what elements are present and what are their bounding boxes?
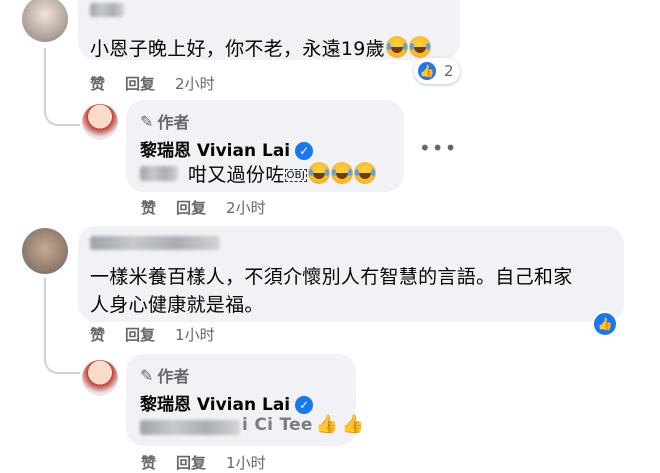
laughing-emoji-icon <box>385 36 408 58</box>
avatar[interactable] <box>22 0 68 42</box>
reply-bubble: ✎ 作者 黎瑞恩 Vivian Lai ✓ 咁又過份咗 OBJ <box>126 100 404 192</box>
comment-actions: 赞 回复 2小时 <box>141 197 266 218</box>
laughing-emoji-icon <box>354 162 377 184</box>
redacted-mention <box>140 420 240 435</box>
comment-actions: 赞 回复 1小时 <box>141 452 266 473</box>
author-badge: ✎ 作者 <box>140 365 190 387</box>
reply-button[interactable]: 回复 <box>176 452 206 473</box>
like-button[interactable]: 赞 <box>90 73 105 94</box>
like-reaction-icon: 👍 <box>416 60 438 82</box>
timestamp[interactable]: 2小时 <box>175 73 215 94</box>
laughing-emoji-icon <box>331 162 354 184</box>
thumbs-up-emoji-icon: 👍 <box>341 414 365 435</box>
more-options-icon[interactable]: ••• <box>419 136 457 160</box>
thread-line <box>44 278 80 374</box>
reply-button[interactable]: 回复 <box>125 324 155 345</box>
timestamp[interactable]: 1小时 <box>175 324 215 345</box>
reaction-count: 2 <box>444 62 454 80</box>
verified-icon: ✓ <box>295 142 314 160</box>
comment-text-line: 人身心健康就是福。 <box>90 294 264 316</box>
comment-text: i Ci Tee 👍 👍 <box>242 414 365 435</box>
thumbs-up-emoji-icon: 👍 <box>315 414 339 435</box>
redacted-mention <box>140 166 178 181</box>
comment-bubble: 一樣米養百樣人，不須介懷別人冇智慧的言語。自己和家 人身心健康就是福。 <box>78 226 624 322</box>
thread-line <box>44 48 80 126</box>
reply-bubble: ✎ 作者 黎瑞恩 Vivian Lai ✓ i Ci Tee 👍 👍 <box>126 354 364 446</box>
redacted-name <box>90 236 220 250</box>
commenter-name[interactable]: 黎瑞恩 Vivian Lai ✓ <box>140 136 314 161</box>
verified-icon: ✓ <box>295 396 314 414</box>
like-reaction-icon[interactable]: 👍 <box>592 311 618 337</box>
reaction-badge[interactable]: 👍 2 <box>414 58 460 84</box>
comment-bubble: 小恩子晚上好，你不老，永遠19歲 <box>78 0 460 60</box>
avatar[interactable] <box>82 360 118 396</box>
pencil-icon: ✎ <box>140 111 154 131</box>
comment-text: 咁又過份咗 OBJ <box>188 160 377 187</box>
avatar[interactable] <box>82 104 118 140</box>
commenter-name[interactable]: 黎瑞恩 Vivian Lai ✓ <box>140 390 314 415</box>
timestamp[interactable]: 2小时 <box>226 197 266 218</box>
reply-button[interactable]: 回复 <box>125 73 155 94</box>
laughing-emoji-icon <box>308 162 331 184</box>
like-button[interactable]: 赞 <box>90 324 105 345</box>
avatar[interactable] <box>22 228 68 274</box>
pencil-icon: ✎ <box>140 365 154 385</box>
comment-text-line: 一樣米養百樣人，不須介懷別人冇智慧的言語。自己和家 <box>90 266 573 288</box>
timestamp[interactable]: 1小时 <box>226 452 266 473</box>
redacted-name <box>90 3 124 17</box>
reply-button[interactable]: 回复 <box>176 197 206 218</box>
stamp-icon: OBJ <box>284 169 308 182</box>
author-badge: ✎ 作者 <box>140 111 190 133</box>
comment-text: 小恩子晚上好，你不老，永遠19歲 <box>90 34 431 61</box>
comment-actions: 赞 回复 2小时 <box>90 73 215 94</box>
like-button[interactable]: 赞 <box>141 197 156 218</box>
like-button[interactable]: 赞 <box>141 452 156 473</box>
comment-actions: 赞 回复 1小时 <box>90 324 215 345</box>
laughing-emoji-icon <box>408 36 431 58</box>
